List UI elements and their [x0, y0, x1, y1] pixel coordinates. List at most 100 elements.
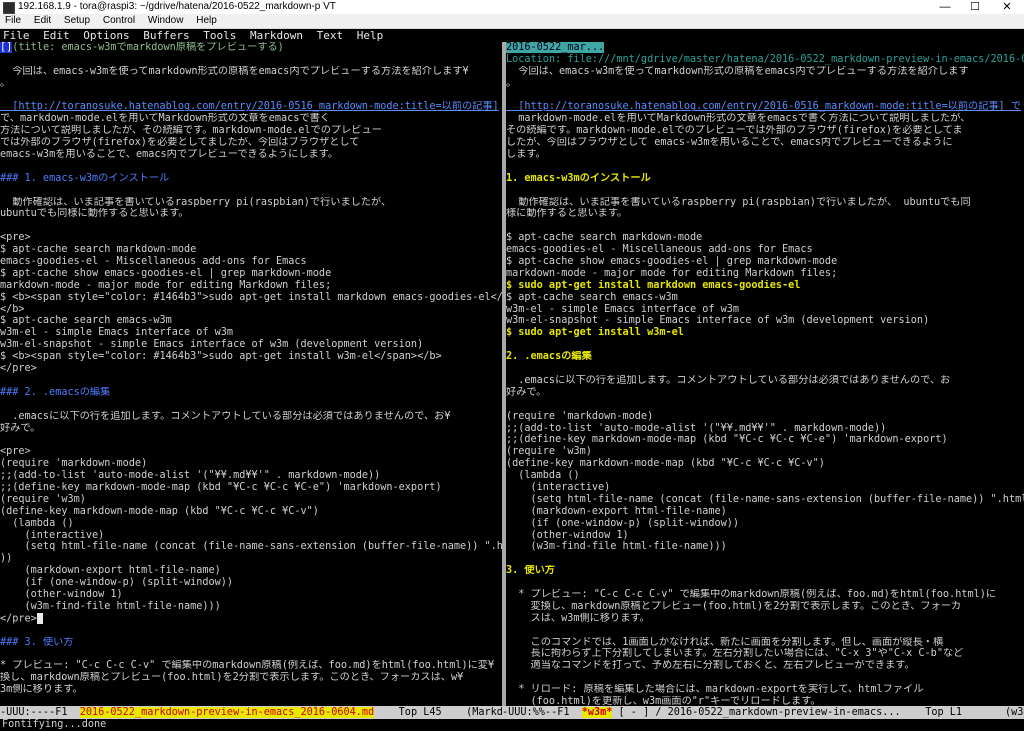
left-text-line: [](title: emacs-w3mでmarkdown原稿をプレビューする): [0, 42, 502, 54]
w3m-tab[interactable]: 2016-0522_mar...: [506, 42, 605, 53]
emacs-menu-markdown[interactable]: Markdown: [250, 29, 303, 42]
left-text-line: [http://toranosuke.hatenablog.com/entry/…: [0, 101, 499, 113]
left-text-line: w3m-el - simple Emacs interface of w3m: [0, 327, 234, 339]
left-text-line: 今回は、emacs-w3mを使ってmarkdown形式の原稿をemacs内でプレ…: [0, 65, 469, 77]
terminal-app-icon: [3, 2, 15, 14]
echo-area: Fontifying...done: [2, 719, 107, 730]
modeline-position: [ - ] / 2016-0522_markdown-preview-in-em…: [612, 707, 1024, 718]
left-text-line: 方法について説明しましたが、その続編です。markdown-mode.elでのプ…: [0, 125, 382, 137]
left-text-line: ### 2. .emacsの編集: [0, 386, 111, 398]
left-text-line: (w3m-find-file html-file-name))): [0, 600, 221, 612]
right-text-line: (interactive): [506, 481, 611, 493]
left-text-line: emacs-w3mを用いることで、emacs内でプレビューできるようにします。: [0, 149, 339, 161]
right-text-line: w3m-el - simple Emacs interface of w3m: [506, 303, 740, 315]
right-text-line: (setq html-file-name (concat (file-name-…: [506, 493, 1024, 505]
left-text-line: w3m-el-snapshot - simple Emacs interface…: [0, 339, 424, 351]
left-text-line: * プレビュー: "C-c C-c C-v" で編集中のmarkdown原稿(例…: [0, 660, 495, 672]
emacs-menu-edit[interactable]: Edit: [43, 29, 70, 42]
right-text-line: このコマンドでは、1画面しかなければ、新たに画面を分割します。但し、画面が縦長・…: [506, 636, 944, 648]
right-text-line: [http://toranosuke.hatenablog.com/entry/…: [506, 101, 1021, 113]
right-modeline: -UUU:%%--F1 *w3m* [ - ] / 2016-0522_mark…: [502, 706, 1024, 719]
menu-control[interactable]: Control: [103, 15, 135, 26]
right-text-line: [506, 90, 1024, 102]
right-text-line: [506, 363, 1024, 375]
left-text-line: </pre>: [0, 612, 502, 625]
right-text-line: ;;(add-to-list 'auto-mode-alist '("¥¥.md…: [506, 422, 887, 434]
left-text-line: (require 'markdown-mode): [0, 458, 148, 470]
left-text-line: (markdown-export html-file-name): [0, 565, 221, 577]
window-titlebar: 192.168.1.9 - tora@raspi3: ~/gdrive/hate…: [0, 0, 1024, 14]
left-text-line: 好みで。: [0, 422, 41, 434]
left-text-line: $ apt-cache search emacs-w3m: [0, 315, 172, 327]
emacs-menu-tools[interactable]: Tools: [203, 29, 236, 42]
left-text-line: [0, 648, 502, 660]
right-text-line: 1. emacs-w3mのインストール: [506, 172, 651, 184]
w3m-tab-line: 2016-0522_mar...: [506, 42, 1024, 54]
left-text-line: <pre>: [0, 232, 31, 244]
right-text-line: emacs-goodies-el - Miscellaneous add-ons…: [506, 244, 813, 256]
emacs-menu-file[interactable]: File: [3, 29, 30, 42]
modeline-buffer-name[interactable]: 2016-0522_markdown-preview-in-emacs_2016…: [79, 707, 375, 718]
right-text-line: 適当なコマンドを打って、予め左右に分割しておくと、左右プレビューができます。: [506, 660, 915, 672]
menu-help[interactable]: Help: [196, 15, 217, 26]
right-text-line: * リロード: 原稿を編集した場合には、markdown-exportを実行して…: [506, 684, 924, 696]
menu-setup[interactable]: Setup: [64, 15, 90, 26]
line-text: </pre>: [0, 613, 37, 625]
left-text-line: 3m側に移ります。: [0, 684, 83, 696]
left-text-line: では外部のブラウザ(firefox)を必要としてましたが、今回はブラウザとして: [0, 137, 360, 149]
text-cursor: [36, 612, 43, 624]
left-text-line: [0, 220, 502, 232]
left-text-line: で、markdown-mode.elを用いてMarkdown形式の文章をemac…: [0, 113, 330, 125]
right-text-line: * プレビュー: "C-c C-c C-v" で編集中のmarkdown原稿(例…: [506, 588, 997, 600]
right-text-line: (other-window 1): [506, 529, 629, 541]
menu-edit[interactable]: Edit: [34, 15, 51, 26]
right-text-line: $ apt-cache show emacs-goodies-el | grep…: [506, 256, 838, 268]
left-text-line: </pre>: [0, 363, 37, 375]
left-text-line: [0, 434, 502, 446]
right-text-line: markdown-mode.elを用いてMarkdown形式の文章をemacsで…: [506, 113, 971, 125]
right-text-line: (if (one-window-p) (split-window)): [506, 517, 740, 529]
right-text-line: (require 'markdown-mode): [506, 410, 654, 422]
maximize-button[interactable]: ☐: [960, 0, 990, 14]
modeline-status: -UUU:----F1: [0, 707, 80, 718]
right-text-line: [506, 220, 1024, 232]
left-text-line: (lambda (): [0, 517, 74, 529]
right-text-line: markdown-mode - major mode for editing M…: [506, 267, 838, 279]
emacs-menu-options[interactable]: Options: [83, 29, 129, 42]
right-text-line: します。: [506, 149, 546, 161]
modeline-buffer-name[interactable]: *w3m*: [581, 707, 613, 718]
left-text-line: [0, 696, 502, 706]
left-text-line: $ apt-cache show emacs-goodies-el | grep…: [0, 267, 332, 279]
left-text-line: 動作確認は、いま記事を書いているraspberry pi(raspbian)で行…: [0, 196, 392, 208]
emacs-menu-help[interactable]: Help: [357, 29, 384, 42]
markdown-editor-pane[interactable]: [](title: emacs-w3mでmarkdown原稿をプレビューする) …: [0, 42, 502, 706]
left-text-line: [0, 90, 502, 102]
left-text-line: [0, 185, 502, 197]
right-text-line: ;;(define-key markdown-mode-map (kbd "¥C…: [506, 434, 948, 446]
left-modeline: -UUU:----F1 2016-0522_markdown-preview-i…: [0, 706, 502, 719]
line-text: (title: emacs-w3mでmarkdown原稿をプレビューする): [12, 42, 284, 53]
emacs-menu-text[interactable]: Text: [317, 29, 344, 42]
left-text-line: ### 3. 使い方: [0, 636, 74, 648]
emacs-menubar: File Edit Options Buffers Tools Markdown…: [0, 29, 1024, 42]
emacs-menu-buffers[interactable]: Buffers: [143, 29, 189, 42]
left-text-line: $ <b><span style="color: #1464b3">sudo a…: [0, 351, 442, 363]
right-text-line: 変換し、markdown原稿とプレビュー(foo.html)を2分割で表示します…: [506, 600, 962, 612]
w3m-location: Location: file:///mnt/gdrive/master/hate…: [506, 53, 1024, 65]
left-text-line: (setq html-file-name (concat (file-name-…: [0, 541, 502, 553]
left-text-line: (if (one-window-p) (split-window)): [0, 577, 234, 589]
left-text-line: [0, 375, 502, 387]
menu-file[interactable]: File: [5, 15, 21, 26]
terminal-menubar: File Edit Setup Control Window Help: [0, 14, 1024, 29]
left-text-line: [0, 625, 502, 637]
menu-window[interactable]: Window: [148, 15, 184, 26]
close-button[interactable]: ✕: [992, 0, 1022, 14]
right-text-line: 様に動作すると思います。: [506, 208, 628, 220]
right-text-line: [506, 399, 1024, 411]
minimize-button[interactable]: —: [930, 0, 960, 14]
right-text-line: 3. 使い方: [506, 565, 555, 577]
left-text-line: <pre>: [0, 446, 31, 458]
right-text-line: 好みで。: [506, 386, 547, 398]
w3m-preview-pane[interactable]: 2016-0522_mar... Location: file:///mnt/g…: [506, 42, 1024, 706]
left-text-line: emacs-goodies-el - Miscellaneous add-ons…: [0, 256, 307, 268]
